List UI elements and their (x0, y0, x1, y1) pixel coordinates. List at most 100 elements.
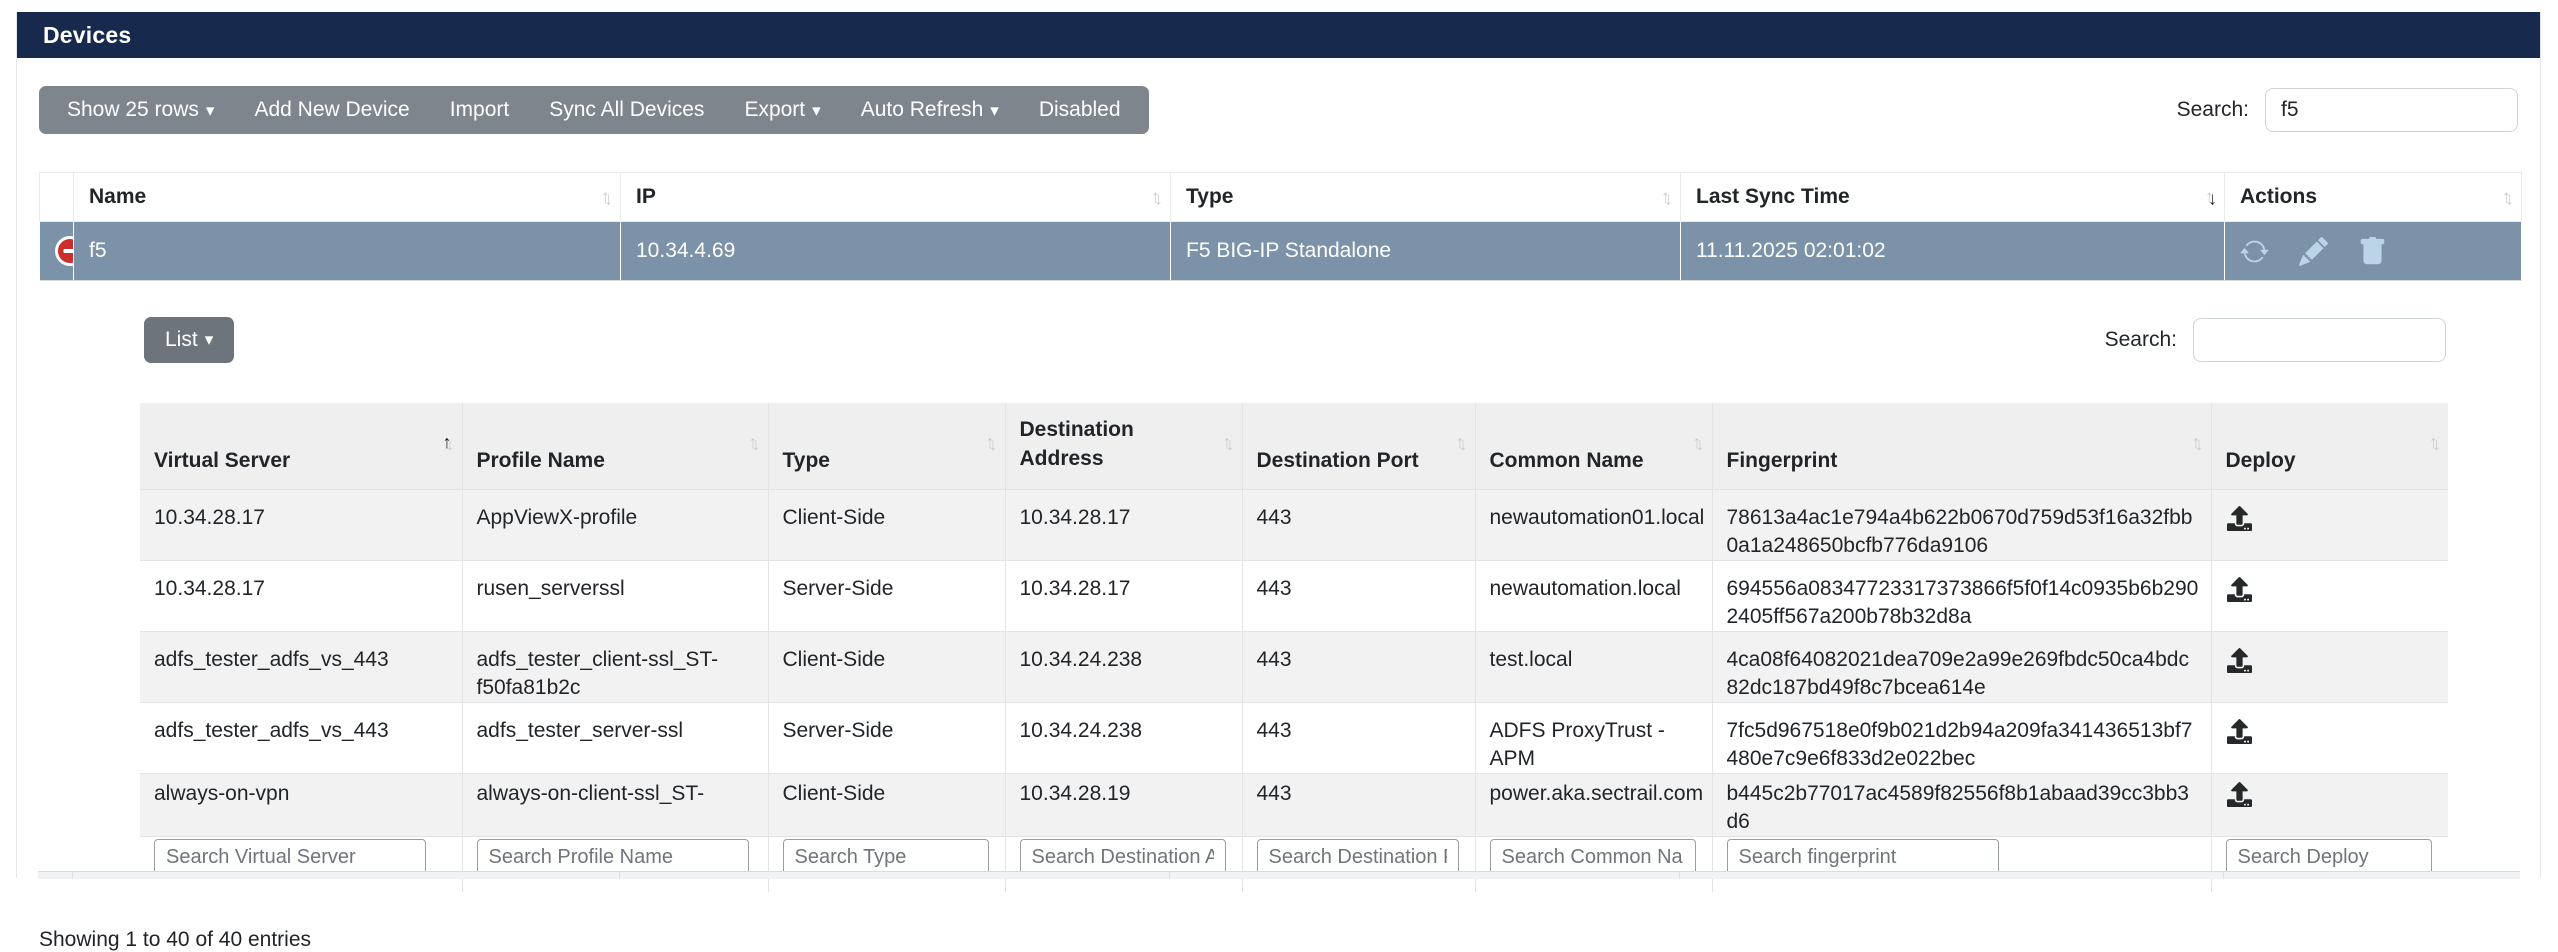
fingerprint-cell: 78613a4ac1e794a4b622b0670d759d53f16a32fb… (1712, 489, 2212, 561)
virtual-server-cell: adfs_tester_adfs_vs_443 (140, 631, 463, 703)
search-label: Search: (2104, 328, 2177, 351)
virtual-server-cell: 10.34.28.17 (140, 560, 463, 632)
entries-info: Showing 1 to 40 of 40 entries (39, 928, 312, 951)
deploy-cell (2211, 560, 2448, 632)
search-label: Search: (2176, 98, 2249, 121)
sort-icon: ↑↓ (1222, 432, 1235, 454)
column-header-last-sync-time[interactable]: Last Sync Time ↑↓ (1680, 172, 2225, 222)
auto-refresh-button[interactable]: Auto Refresh ▾ (841, 86, 1019, 135)
destination-port-cell: 443 (1242, 702, 1476, 774)
fingerprint-cell: b445c2b77017ac4589f82556f8b1abaad39cc3bb… (1712, 773, 2212, 837)
delete-device-icon[interactable] (2358, 236, 2387, 266)
deploy-cell (2211, 773, 2448, 837)
column-header-deploy: Deploy ↑↓ (2211, 403, 2448, 490)
devices-panel: Devices Show 25 rows ▾ Add New Device Imp… (16, 12, 2541, 951)
destination-address-cell: 10.34.28.19 (1005, 773, 1243, 837)
column-header-type[interactable]: Type ↑↓ (768, 403, 1006, 490)
sort-icon-active-desc: ↑↓ (2205, 186, 2217, 209)
sort-icon: ↑↓ (1661, 186, 1673, 209)
destination-port-cell: 443 (1242, 631, 1476, 703)
device-row[interactable]: f5 10.34.4.69 F5 BIG-IP Standalone 11.11… (39, 221, 2522, 281)
sort-icon: ↑↓ (2502, 186, 2514, 209)
sort-icon: ↑↓ (1455, 432, 1468, 454)
deploy-upload-icon[interactable] (2226, 648, 2253, 673)
device-name-cell: f5 (73, 221, 621, 281)
collapse-row-icon[interactable] (54, 236, 73, 266)
destination-port-cell: 443 (1242, 773, 1476, 837)
common-name-cell: newautomation.local (1475, 560, 1713, 632)
sort-icon: ↑↓ (601, 186, 613, 209)
import-button[interactable]: Import (430, 86, 530, 134)
chevron-down-icon: ▾ (205, 100, 215, 120)
column-header-common-name[interactable]: Common Name ↑↓ (1475, 403, 1713, 490)
virtual-server-cell: always-on-vpn (140, 773, 463, 837)
destination-port-cell: 443 (1242, 560, 1476, 632)
column-header-type[interactable]: Type ↑↓ (1170, 172, 1681, 222)
deploy-upload-icon[interactable] (2226, 782, 2253, 807)
profile-name-cell: AppViewX-profile (462, 489, 769, 561)
column-header-name[interactable]: Name ↑↓ (73, 172, 621, 222)
profile-name-cell: adfs_tester_server-ssl (462, 702, 769, 774)
deploy-upload-icon[interactable] (2226, 719, 2253, 744)
fingerprint-cell: 4ca08f64082021dea709e2a99e269fbdc50ca4bd… (1712, 631, 2212, 703)
export-button[interactable]: Export ▾ (724, 86, 840, 135)
type-cell: Client-Side (768, 773, 1006, 837)
fingerprint-cell: 694556a08347723317373866f5f0f14c0935b6b2… (1712, 560, 2212, 632)
sync-all-devices-button[interactable]: Sync All Devices (529, 86, 724, 134)
column-header-virtual-server[interactable]: Virtual Server ↑↓ (140, 403, 463, 490)
type-cell: Server-Side (768, 560, 1006, 632)
detail-search: Search: (2105, 318, 2446, 362)
sync-device-icon[interactable] (2240, 237, 2269, 266)
column-header-destination-port[interactable]: Destination Port ↑↓ (1242, 403, 1476, 490)
devices-table-header-row: Name ↑↓ IP ↑↓ Type ↑↓ Last Sync Time ↑↓ Acti… (39, 172, 2522, 222)
detail-toolbar: List ▾ Search: (144, 317, 2446, 363)
column-header-fingerprint[interactable]: Fingerprint ↑↓ (1712, 403, 2212, 490)
sort-icon-active-asc: ↑↓ (442, 432, 455, 454)
common-name-cell: ADFS ProxyTrust - APM (1475, 702, 1713, 774)
deploy-upload-icon[interactable] (2226, 506, 2253, 531)
destination-address-cell: 10.34.24.238 (1005, 702, 1243, 774)
column-search-row (140, 836, 2448, 892)
virtual-servers-table: Virtual Server ↑↓ Profile Name ↑↓ Type ↑↓ D… (140, 403, 2448, 892)
show-rows-button[interactable]: Show 25 rows ▾ (47, 86, 234, 135)
virtual-server-cell: 10.34.28.17 (140, 489, 463, 561)
device-last-sync-cell: 11.11.2025 02:01:02 (1680, 221, 2225, 281)
chevron-down-icon: ▾ (812, 100, 821, 120)
column-header-ip[interactable]: IP ↑↓ (620, 172, 1171, 222)
devices-search: Search: (2177, 88, 2518, 132)
list-dropdown-button[interactable]: List ▾ (144, 317, 235, 363)
destination-address-cell: 10.34.28.17 (1005, 489, 1243, 561)
type-cell: Client-Side (768, 631, 1006, 703)
device-type-cell: F5 BIG-IP Standalone (1170, 221, 1681, 281)
column-header-profile-name[interactable]: Profile Name ↑↓ (462, 403, 769, 490)
devices-search-input[interactable] (2265, 88, 2518, 132)
table-row: adfs_tester_adfs_vs_443 adfs_tester_clie… (140, 631, 2448, 703)
deploy-cell (2211, 631, 2448, 703)
detail-search-input[interactable] (2193, 318, 2446, 362)
deploy-upload-icon[interactable] (2226, 577, 2253, 602)
chevron-down-icon: ▾ (204, 330, 214, 349)
column-header-actions: Actions ↑↓ (2224, 172, 2522, 222)
type-cell: Server-Side (768, 702, 1006, 774)
profile-name-cell: always-on-client-ssl_ST- (462, 773, 769, 837)
chevron-down-icon: ▾ (990, 100, 999, 120)
column-header-destination-address[interactable]: Destination Address ↑↓ (1005, 403, 1243, 490)
edit-device-icon[interactable] (2299, 236, 2328, 266)
sort-icon: ↑↓ (1151, 186, 1163, 209)
table-row: 10.34.28.17 rusen_serverssl Server-Side … (140, 560, 2448, 632)
fingerprint-cell: 7fc5d967518e0f9b021d2b94a209fa341436513b… (1712, 702, 2212, 774)
table-row: always-on-vpn always-on-client-ssl_ST- C… (140, 773, 2448, 837)
disabled-button[interactable]: Disabled (1019, 86, 1141, 134)
destination-port-cell: 443 (1242, 489, 1476, 561)
profile-name-cell: adfs_tester_client-ssl_ST-f50fa81b2c (462, 631, 769, 703)
virtual-server-cell: adfs_tester_adfs_vs_443 (140, 702, 463, 774)
table-row: adfs_tester_adfs_vs_443 adfs_tester_serv… (140, 702, 2448, 774)
type-cell: Client-Side (768, 489, 1006, 561)
sort-icon: ↑↓ (985, 432, 998, 454)
destination-address-cell: 10.34.28.17 (1005, 560, 1243, 632)
common-name-cell: newautomation01.local (1475, 489, 1713, 561)
devices-table: Name ↑↓ IP ↑↓ Type ↑↓ Last Sync Time ↑↓ Acti… (39, 172, 2522, 281)
device-ip-cell: 10.34.4.69 (620, 221, 1171, 281)
deploy-cell (2211, 702, 2448, 774)
add-new-device-button[interactable]: Add New Device (234, 86, 429, 134)
